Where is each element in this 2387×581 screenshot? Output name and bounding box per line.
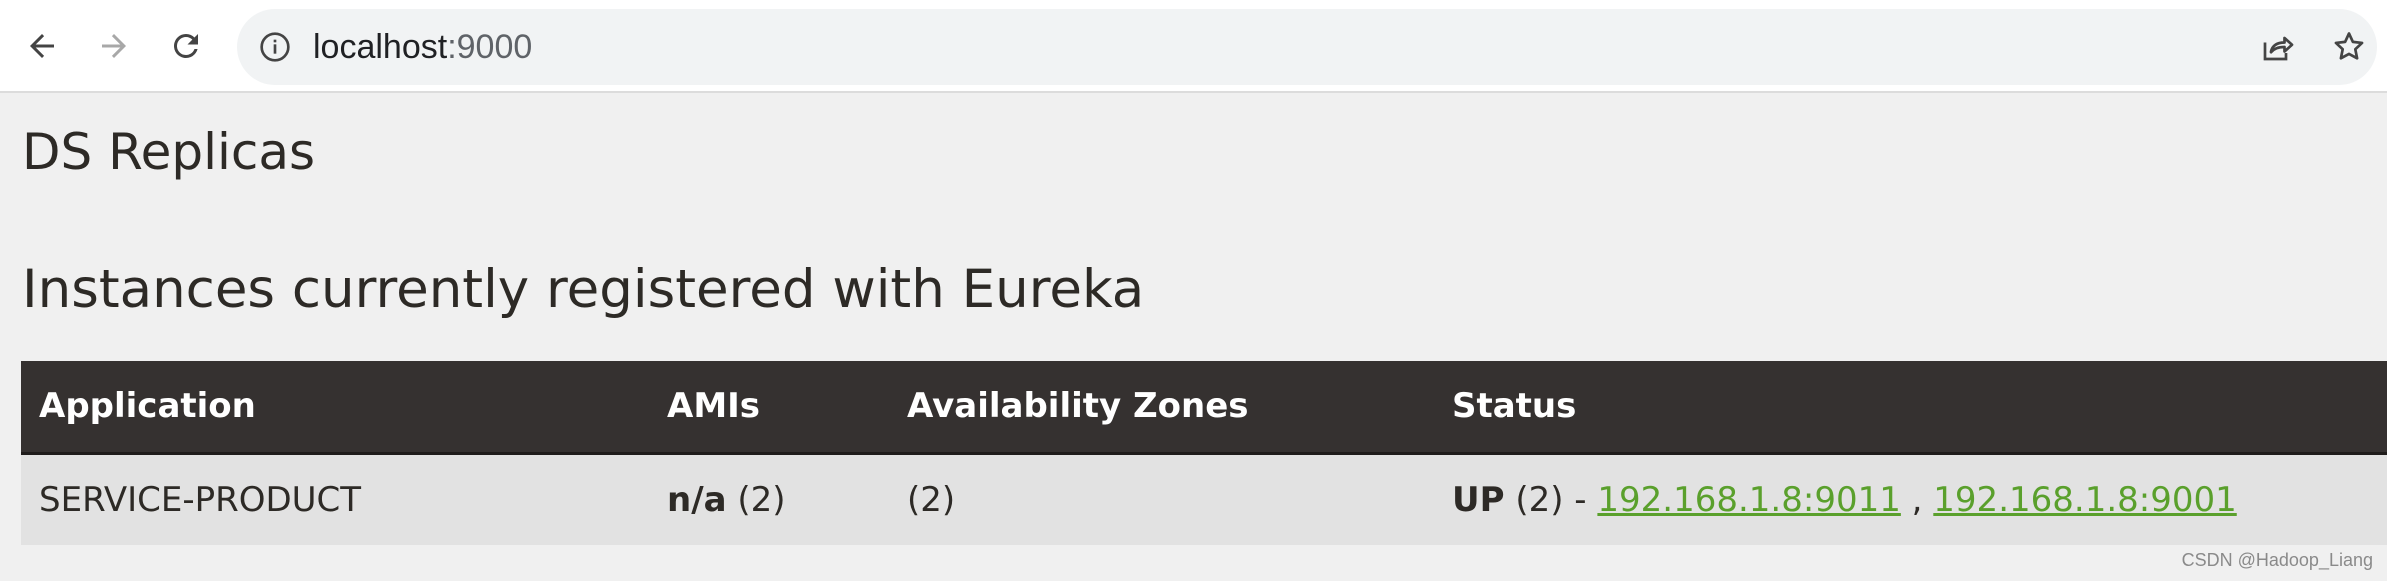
url-host: localhost (313, 28, 448, 66)
cell-application: SERVICE-PRODUCT (39, 479, 362, 520)
amis-value: n/a (667, 479, 727, 520)
url-port: :9000 (447, 28, 533, 66)
back-button[interactable] (18, 22, 66, 70)
table-row: SERVICE-PRODUCT n/a (2) (2) UP (2) - 192… (21, 453, 2387, 545)
url-text[interactable]: localhost:9000 (313, 29, 532, 65)
header-availability-zones: Availability Zones (889, 361, 1434, 455)
status-prefix: UP (1452, 479, 1505, 520)
table-header-row: Application AMIs Availability Zones Stat… (21, 361, 2387, 455)
instance-link-9011[interactable]: 192.168.1.8:9011 (1597, 480, 1900, 520)
arrow-right-icon (102, 34, 126, 58)
cell-availability-zones: (2) (907, 479, 956, 520)
arrow-left-icon (30, 34, 54, 58)
header-amis: AMIs (649, 361, 889, 455)
instance-link-9001[interactable]: 192.168.1.8:9001 (1933, 480, 2236, 520)
browser-toolbar: localhost:9000 (0, 0, 2387, 93)
reload-icon (173, 33, 198, 58)
instances-table: Application AMIs Availability Zones Stat… (21, 361, 2387, 545)
status-count: (2) - (1504, 479, 1598, 520)
instances-heading: Instances currently registered with Eure… (22, 259, 1145, 320)
cell-status: UP (2) - 192.168.1.8:9011 , 192.168.1.8:… (1434, 453, 2387, 545)
forward-button[interactable] (90, 22, 138, 70)
replicas-heading: DS Replicas (22, 123, 316, 181)
link-separator: , (1900, 479, 1934, 520)
star-icon[interactable] (2331, 29, 2367, 65)
watermark: CSDN @Hadoop_Liang (2181, 550, 2373, 570)
reload-button[interactable] (162, 22, 210, 70)
address-bar[interactable]: localhost:9000 (237, 9, 2377, 85)
amis-count: (2) (726, 479, 786, 520)
cell-amis: n/a (2) (649, 453, 889, 545)
header-status: Status (1434, 361, 2387, 455)
share-icon[interactable] (2259, 29, 2295, 65)
info-icon[interactable] (259, 31, 291, 63)
header-application: Application (21, 361, 649, 455)
